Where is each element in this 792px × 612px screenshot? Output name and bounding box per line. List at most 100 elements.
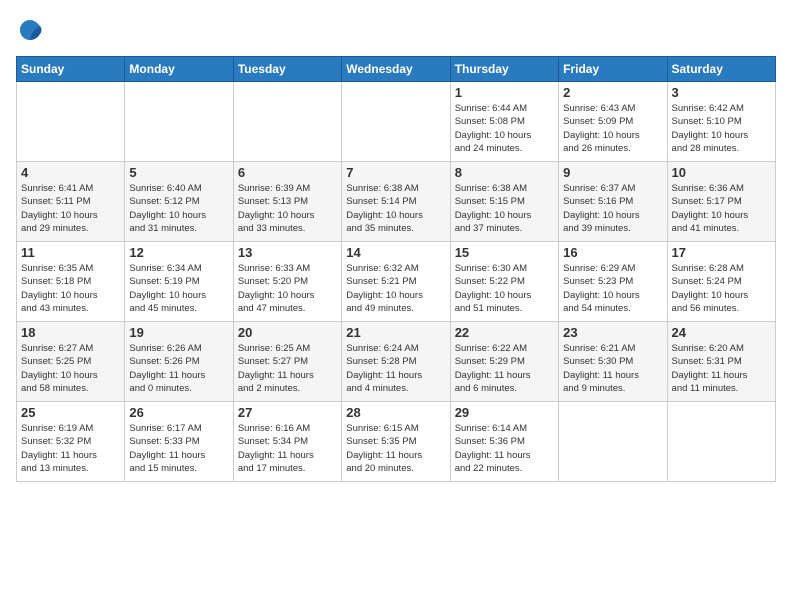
day-info: Sunrise: 6:22 AM Sunset: 5:29 PM Dayligh…: [455, 342, 554, 395]
day-number: 15: [455, 245, 554, 260]
day-info: Sunrise: 6:27 AM Sunset: 5:25 PM Dayligh…: [21, 342, 120, 395]
calendar-cell: 18 Sunrise: 6:27 AM Sunset: 5:25 PM Dayli…: [17, 322, 125, 402]
day-info: Sunrise: 6:20 AM Sunset: 5:31 PM Dayligh…: [672, 342, 771, 395]
calendar-cell: 15Sunrise: 6:30 AM Sunset: 5:22 PM Dayli…: [450, 242, 558, 322]
calendar-cell: 19 Sunrise: 6:26 AM Sunset: 5:26 PM Dayli…: [125, 322, 233, 402]
logo: [16, 16, 48, 44]
calendar-week-1: 1 Sunrise: 6:44 AM Sunset: 5:08 PM Daylig…: [17, 82, 776, 162]
calendar-cell: 7 Sunrise: 6:38 AM Sunset: 5:14 PM Daylig…: [342, 162, 450, 242]
calendar-cell: 1 Sunrise: 6:44 AM Sunset: 5:08 PM Daylig…: [450, 82, 558, 162]
day-number: 19: [129, 325, 228, 340]
day-number: 27: [238, 405, 337, 420]
calendar-header-row: SundayMondayTuesdayWednesdayThursdayFrid…: [17, 57, 776, 82]
day-info: Sunrise: 6:26 AM Sunset: 5:26 PM Dayligh…: [129, 342, 228, 395]
day-info: Sunrise: 6:43 AM Sunset: 5:09 PM Dayligh…: [563, 102, 662, 155]
calendar-cell: 5 Sunrise: 6:40 AM Sunset: 5:12 PM Daylig…: [125, 162, 233, 242]
calendar-cell: 11Sunrise: 6:35 AM Sunset: 5:18 PM Dayli…: [17, 242, 125, 322]
column-header-wednesday: Wednesday: [342, 57, 450, 82]
calendar-cell: 22 Sunrise: 6:22 AM Sunset: 5:29 PM Dayli…: [450, 322, 558, 402]
day-number: 6: [238, 165, 337, 180]
day-info: Sunrise: 6:38 AM Sunset: 5:14 PM Dayligh…: [346, 182, 445, 235]
column-header-friday: Friday: [559, 57, 667, 82]
day-number: 18: [21, 325, 120, 340]
day-info: Sunrise: 6:14 AM Sunset: 5:36 PM Dayligh…: [455, 422, 554, 475]
day-number: 20: [238, 325, 337, 340]
column-header-sunday: Sunday: [17, 57, 125, 82]
day-info: Sunrise: 6:19 AM Sunset: 5:32 PM Dayligh…: [21, 422, 120, 475]
day-info: Sunrise: 6:41 AM Sunset: 5:11 PM Dayligh…: [21, 182, 120, 235]
day-number: 21: [346, 325, 445, 340]
calendar-week-4: 18 Sunrise: 6:27 AM Sunset: 5:25 PM Dayli…: [17, 322, 776, 402]
day-number: 5: [129, 165, 228, 180]
column-header-monday: Monday: [125, 57, 233, 82]
calendar-cell: [667, 402, 775, 482]
day-info: Sunrise: 6:35 AM Sunset: 5:18 PM Dayligh…: [21, 262, 120, 315]
day-info: Sunrise: 6:36 AM Sunset: 5:17 PM Dayligh…: [672, 182, 771, 235]
column-header-saturday: Saturday: [667, 57, 775, 82]
day-number: 22: [455, 325, 554, 340]
calendar-cell: 21 Sunrise: 6:24 AM Sunset: 5:28 PM Dayli…: [342, 322, 450, 402]
day-info: Sunrise: 6:25 AM Sunset: 5:27 PM Dayligh…: [238, 342, 337, 395]
day-number: 13: [238, 245, 337, 260]
day-number: 14: [346, 245, 445, 260]
day-number: 26: [129, 405, 228, 420]
day-number: 17: [672, 245, 771, 260]
calendar-cell: [125, 82, 233, 162]
calendar-cell: 12 Sunrise: 6:34 AM Sunset: 5:19 PM Dayli…: [125, 242, 233, 322]
calendar-cell: 9 Sunrise: 6:37 AM Sunset: 5:16 PM Daylig…: [559, 162, 667, 242]
day-info: Sunrise: 6:24 AM Sunset: 5:28 PM Dayligh…: [346, 342, 445, 395]
day-number: 9: [563, 165, 662, 180]
day-number: 28: [346, 405, 445, 420]
calendar-cell: 6 Sunrise: 6:39 AM Sunset: 5:13 PM Daylig…: [233, 162, 341, 242]
calendar-cell: 26 Sunrise: 6:17 AM Sunset: 5:33 PM Dayli…: [125, 402, 233, 482]
calendar-week-2: 4 Sunrise: 6:41 AM Sunset: 5:11 PM Daylig…: [17, 162, 776, 242]
calendar-cell: 14 Sunrise: 6:32 AM Sunset: 5:21 PM Dayli…: [342, 242, 450, 322]
calendar-cell: 28 Sunrise: 6:15 AM Sunset: 5:35 PM Dayli…: [342, 402, 450, 482]
day-info: Sunrise: 6:34 AM Sunset: 5:19 PM Dayligh…: [129, 262, 228, 315]
calendar-cell: 24 Sunrise: 6:20 AM Sunset: 5:31 PM Dayli…: [667, 322, 775, 402]
header: [16, 16, 776, 44]
calendar-cell: [17, 82, 125, 162]
day-number: 3: [672, 85, 771, 100]
calendar-cell: 2 Sunrise: 6:43 AM Sunset: 5:09 PM Daylig…: [559, 82, 667, 162]
logo-icon: [16, 16, 44, 44]
day-number: 25: [21, 405, 120, 420]
calendar-cell: 20 Sunrise: 6:25 AM Sunset: 5:27 PM Dayli…: [233, 322, 341, 402]
calendar-cell: [342, 82, 450, 162]
day-info: Sunrise: 6:44 AM Sunset: 5:08 PM Dayligh…: [455, 102, 554, 155]
day-info: Sunrise: 6:40 AM Sunset: 5:12 PM Dayligh…: [129, 182, 228, 235]
day-info: Sunrise: 6:16 AM Sunset: 5:34 PM Dayligh…: [238, 422, 337, 475]
day-number: 7: [346, 165, 445, 180]
calendar-cell: 10Sunrise: 6:36 AM Sunset: 5:17 PM Dayli…: [667, 162, 775, 242]
calendar-cell: 23 Sunrise: 6:21 AM Sunset: 5:30 PM Dayli…: [559, 322, 667, 402]
calendar-cell: 13Sunrise: 6:33 AM Sunset: 5:20 PM Dayli…: [233, 242, 341, 322]
day-number: 23: [563, 325, 662, 340]
day-info: Sunrise: 6:42 AM Sunset: 5:10 PM Dayligh…: [672, 102, 771, 155]
calendar-cell: 25 Sunrise: 6:19 AM Sunset: 5:32 PM Dayli…: [17, 402, 125, 482]
column-header-tuesday: Tuesday: [233, 57, 341, 82]
day-info: Sunrise: 6:32 AM Sunset: 5:21 PM Dayligh…: [346, 262, 445, 315]
day-number: 2: [563, 85, 662, 100]
calendar-cell: 8Sunrise: 6:38 AM Sunset: 5:15 PM Daylig…: [450, 162, 558, 242]
calendar-cell: 3 Sunrise: 6:42 AM Sunset: 5:10 PM Daylig…: [667, 82, 775, 162]
calendar-cell: 29 Sunrise: 6:14 AM Sunset: 5:36 PM Dayli…: [450, 402, 558, 482]
day-number: 8: [455, 165, 554, 180]
calendar-week-5: 25 Sunrise: 6:19 AM Sunset: 5:32 PM Dayli…: [17, 402, 776, 482]
calendar-cell: [559, 402, 667, 482]
day-number: 12: [129, 245, 228, 260]
day-info: Sunrise: 6:17 AM Sunset: 5:33 PM Dayligh…: [129, 422, 228, 475]
day-number: 4: [21, 165, 120, 180]
day-info: Sunrise: 6:29 AM Sunset: 5:23 PM Dayligh…: [563, 262, 662, 315]
day-number: 24: [672, 325, 771, 340]
day-info: Sunrise: 6:21 AM Sunset: 5:30 PM Dayligh…: [563, 342, 662, 395]
day-number: 16: [563, 245, 662, 260]
day-number: 29: [455, 405, 554, 420]
day-info: Sunrise: 6:39 AM Sunset: 5:13 PM Dayligh…: [238, 182, 337, 235]
calendar-cell: [233, 82, 341, 162]
calendar-week-3: 11Sunrise: 6:35 AM Sunset: 5:18 PM Dayli…: [17, 242, 776, 322]
day-info: Sunrise: 6:15 AM Sunset: 5:35 PM Dayligh…: [346, 422, 445, 475]
column-header-thursday: Thursday: [450, 57, 558, 82]
calendar-cell: 27 Sunrise: 6:16 AM Sunset: 5:34 PM Dayli…: [233, 402, 341, 482]
day-info: Sunrise: 6:37 AM Sunset: 5:16 PM Dayligh…: [563, 182, 662, 235]
day-number: 1: [455, 85, 554, 100]
